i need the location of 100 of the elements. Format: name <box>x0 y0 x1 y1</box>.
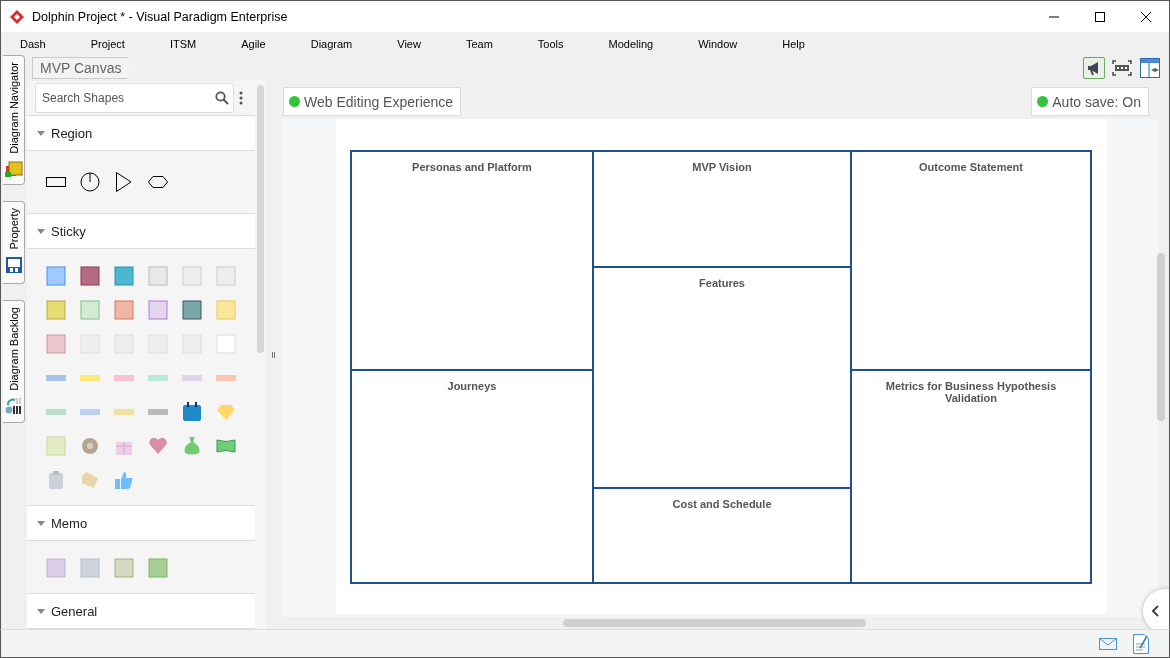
menu-item[interactable]: Modeling <box>597 37 665 50</box>
sticky-note-icon <box>182 266 202 287</box>
collapse-arrow-icon <box>37 130 45 136</box>
tape-icon <box>80 409 100 416</box>
sticky-note-icon <box>114 266 134 287</box>
sticky-note-icon <box>46 300 66 321</box>
canvas-region[interactable]: MVP Vision <box>594 152 850 267</box>
menu-item[interactable]: Tools <box>526 37 575 50</box>
sticky-note-icon <box>80 300 100 321</box>
search-field[interactable]: Search Shapes <box>35 83 234 114</box>
side-tab[interactable]: Diagram Backlog <box>3 300 25 424</box>
region-title: Personas and Platform <box>412 161 532 174</box>
mail-icon[interactable] <box>1099 637 1117 650</box>
canvas-region[interactable]: Journeys <box>352 371 592 583</box>
sticky-note-icon <box>148 300 168 321</box>
tape-icon <box>182 375 202 382</box>
menu-item[interactable]: ITSM <box>158 37 208 50</box>
chevron-left-icon <box>1152 605 1159 618</box>
canvas-region[interactable]: Outcome Statement <box>852 152 1090 370</box>
region-title: Metrics for Business Hypothesis Validation <box>885 380 1057 405</box>
memo-note-icon <box>80 558 100 579</box>
sticky-note-icon <box>46 334 66 355</box>
region-title: Features <box>699 277 745 290</box>
backlog-icon <box>4 396 23 415</box>
sticky-note-icon <box>80 266 100 287</box>
menu-item[interactable]: Window <box>687 37 749 50</box>
section-header[interactable]: Region <box>27 115 255 152</box>
horizontal-scrollbar-thumb[interactable] <box>563 619 866 628</box>
property-icon <box>4 255 23 274</box>
tape-icon <box>114 375 134 382</box>
section-header[interactable]: Sticky <box>27 213 255 250</box>
status-badge[interactable]: Web Editing Experience <box>283 87 462 117</box>
more-options-icon[interactable] <box>239 91 243 106</box>
circle-shape-icon <box>80 172 100 193</box>
region-title: Journeys <box>447 380 497 393</box>
notes-icon[interactable] <box>1133 633 1149 654</box>
sticky-note-icon <box>182 300 202 321</box>
menu-item[interactable]: Help <box>771 37 816 50</box>
tape-icon <box>46 375 66 382</box>
rectangle-shape-icon <box>46 177 66 188</box>
region-title: Outcome Statement <box>919 161 1023 174</box>
tag-icon <box>80 470 100 491</box>
vertical-scrollbar-thumb[interactable] <box>1157 253 1165 422</box>
menu-item[interactable]: Diagram <box>299 37 364 50</box>
calendar-icon <box>182 402 202 423</box>
fit-size-icon <box>1112 60 1132 77</box>
canvas-region[interactable]: Personas and Platform <box>352 152 592 370</box>
tape-icon <box>114 409 134 416</box>
canvas-region[interactable]: Cost and Schedule <box>594 489 850 583</box>
triangle-shape-icon <box>116 172 132 193</box>
sticky-note-icon <box>216 266 236 287</box>
status-dot <box>289 96 300 108</box>
window-title: Dolphin Project * - Visual Paradigm Enterprise <box>32 9 288 24</box>
collapse-arrow-icon <box>37 520 45 526</box>
section-header[interactable]: General <box>27 593 255 630</box>
gear-icon <box>80 436 100 457</box>
sticky-note-icon <box>216 300 236 321</box>
close-icon <box>1141 11 1151 22</box>
memo-note-icon <box>148 558 168 579</box>
tape-icon <box>148 409 168 416</box>
menu-item[interactable]: Project <box>79 37 136 50</box>
canvas-region[interactable]: Metrics for Business Hypothesis Validation <box>852 371 1090 583</box>
status-badge[interactable]: Auto save: On <box>1031 87 1149 117</box>
side-tab[interactable]: Diagram Navigator <box>3 55 25 186</box>
scrollbar-thumb[interactable] <box>257 85 264 354</box>
panel-layout-icon <box>1140 58 1160 79</box>
sticky-note-icon <box>216 334 236 355</box>
canvas-region[interactable]: Features <box>594 268 850 488</box>
tape-icon <box>216 375 236 382</box>
memo-note-icon <box>46 558 66 579</box>
memo-note-icon <box>114 558 134 579</box>
status-dot <box>1037 96 1049 108</box>
sticky-note-icon <box>114 300 134 321</box>
tape-icon <box>46 409 66 416</box>
app-logo-icon <box>10 9 24 24</box>
sticky-note-icon <box>148 266 168 287</box>
navigator-icon <box>4 159 23 178</box>
sticky-note-icon <box>46 436 66 457</box>
clipboard-icon <box>46 470 66 491</box>
tape-icon <box>148 375 168 382</box>
collapse-arrow-icon <box>37 608 45 614</box>
collapse-arrow-icon <box>37 228 45 234</box>
sticky-note-icon <box>46 266 66 287</box>
announcement-button[interactable] <box>1083 57 1105 80</box>
menu-item[interactable]: Agile <box>230 37 277 50</box>
search-icon <box>215 91 229 106</box>
side-tab[interactable]: Property <box>3 201 25 285</box>
region-title: MVP Vision <box>692 161 752 174</box>
maximize-icon <box>1095 11 1105 22</box>
menu-item[interactable]: Dash <box>9 37 57 50</box>
region-title: Cost and Schedule <box>672 498 772 511</box>
section-header[interactable]: Memo <box>27 505 255 542</box>
menu-item[interactable]: Team <box>454 37 504 50</box>
splitter-grip-icon[interactable] <box>272 352 275 359</box>
tape-icon <box>80 375 100 382</box>
menu-item[interactable]: View <box>386 37 432 50</box>
layout-button[interactable] <box>1139 57 1161 80</box>
bag-icon <box>182 436 202 457</box>
hexagon-shape-icon <box>148 176 168 189</box>
thumbs-up-icon <box>114 470 134 491</box>
